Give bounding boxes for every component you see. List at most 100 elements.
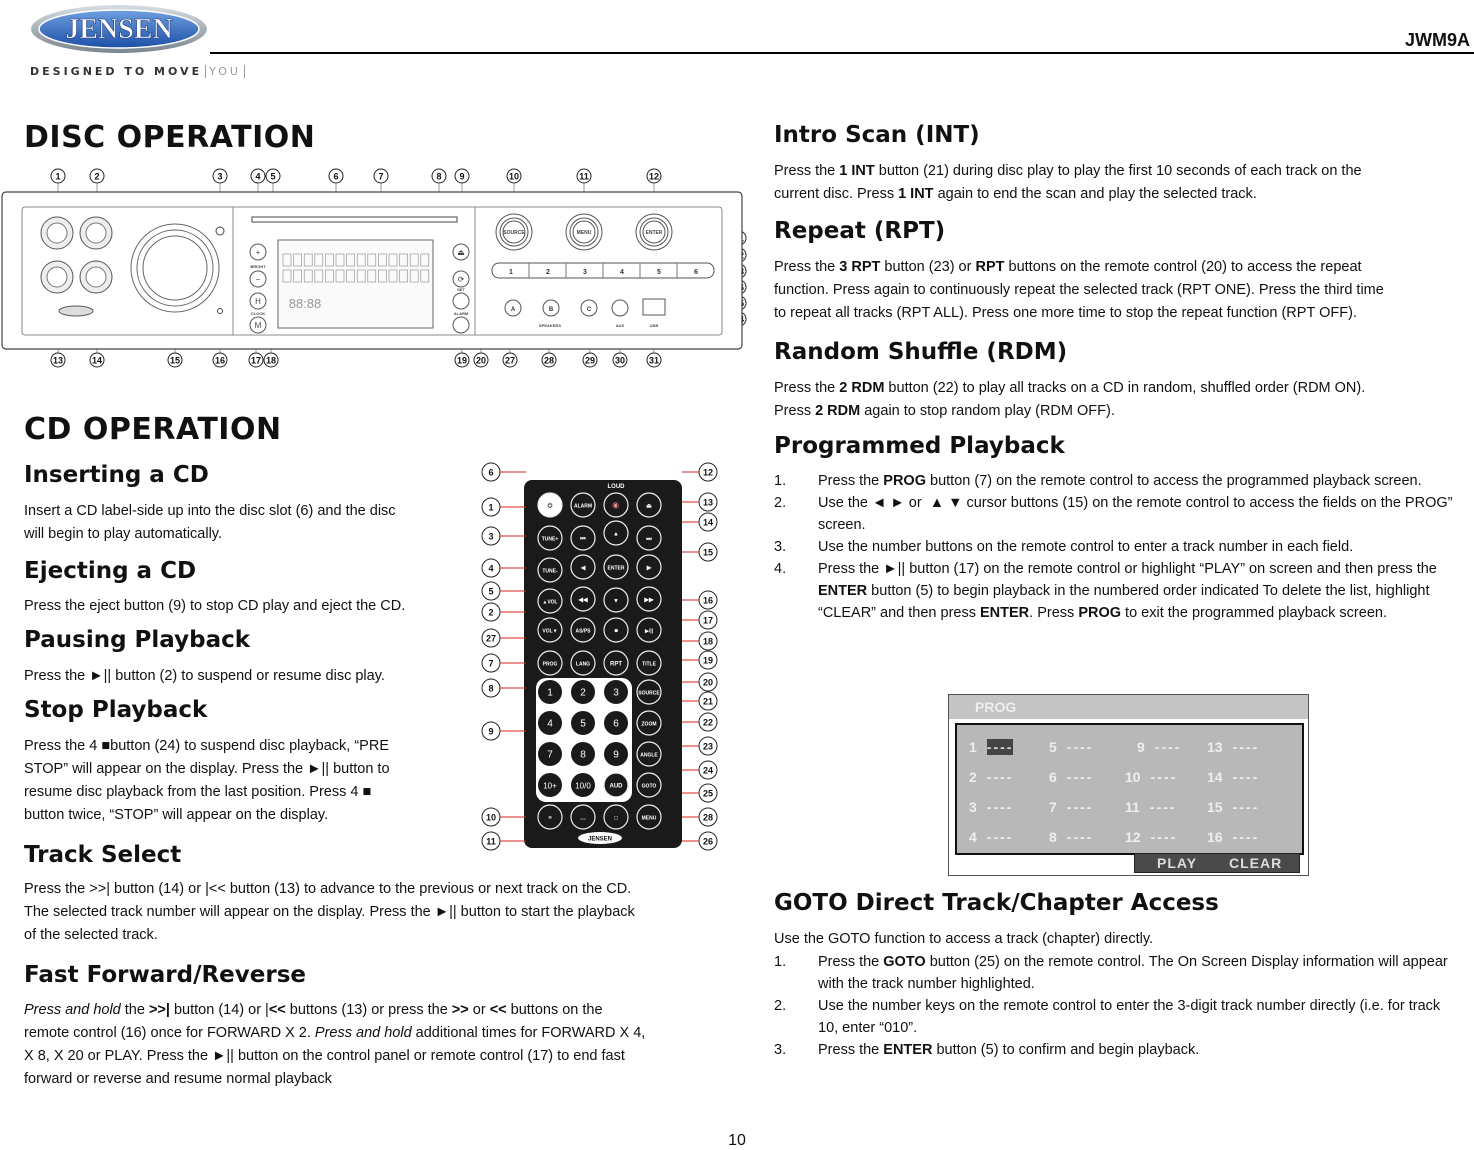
remote-control-diagram: LOUD ⏻ ALARM 🔇 ⏏ TUNE+ ⏮ ▲ ⏭ TUNE- ◀ ENTER ▶ ▲VOL ◀◀ ▼ ▶… xyxy=(476,460,731,852)
panel-button-inner xyxy=(46,222,68,244)
remote-button-label: MENU xyxy=(642,816,657,822)
section-title: Ejecting a CD xyxy=(24,558,197,584)
step-number: 2. xyxy=(774,495,787,511)
prog-screen-image: PROG 1 ---- 2 ---- 3 ---- 4 ---- 5 ---- 6 ---- 7 ----… xyxy=(948,694,1309,876)
step-text: Use the ◄ ► or ▲ ▼ cursor buttons (15) o… xyxy=(818,495,1453,533)
text-line: will begin to play automatically. xyxy=(24,526,222,542)
usb-port xyxy=(642,298,666,316)
callout-number: 1 xyxy=(488,503,493,513)
slot-number: 11 xyxy=(1125,799,1140,815)
panel-button-inner xyxy=(85,222,107,244)
remote-button-label: ▲VOL xyxy=(542,600,557,606)
prog-slot: 10 ---- xyxy=(1125,769,1177,785)
remote-button-label: AUD xyxy=(610,784,624,790)
set-label: SET xyxy=(457,287,465,292)
clock-label: CLOCK xyxy=(251,311,265,316)
remote-button-label: ▶▶ xyxy=(643,597,654,604)
slot-value: ---- xyxy=(986,799,1014,815)
text-line: Press the 3 RPT button (23) or RPT butto… xyxy=(774,259,1362,275)
panel-button-glyph: + xyxy=(256,248,261,257)
slot-value: ---- xyxy=(986,769,1014,785)
svg-text:JENSEN: JENSEN xyxy=(65,14,172,45)
callout-number: 28 xyxy=(544,356,554,366)
list-step: 1. Press the GOTO button (25) on the remo… xyxy=(774,951,1464,995)
list-step: 3. Use the number buttons on the remote c… xyxy=(774,536,1464,558)
preset-key: 6 xyxy=(694,269,698,276)
section-body: Press the ►|| button (2) to suspend or r… xyxy=(24,665,385,688)
goto-steps: 1. Press the GOTO button (25) on the remo… xyxy=(774,951,1464,1061)
panel-button-inner xyxy=(46,266,68,288)
number-key-label: 9 xyxy=(613,750,619,761)
cd-operation-heading: CD OPERATION xyxy=(24,412,282,447)
bright-label: BRIGHT xyxy=(250,264,266,269)
callout-number: 16 xyxy=(215,356,225,366)
text-line: The selected track number will appear on… xyxy=(24,904,635,920)
prog-slot: 16 ---- xyxy=(1207,829,1259,845)
panel-small-button xyxy=(452,316,470,334)
callout-number: 17 xyxy=(251,356,261,366)
text-line: remote control (16) once for FORWARD X 2… xyxy=(24,1025,646,1041)
list-step: 1. Press the PROG button (7) on the remot… xyxy=(774,470,1464,492)
remote-button-label: ◀ xyxy=(580,565,586,572)
slot-number: 16 xyxy=(1207,829,1223,845)
remote-button-label: AS/PS xyxy=(575,629,591,635)
slot-number: 2 xyxy=(969,769,977,785)
slot-number: 7 xyxy=(1049,799,1057,815)
callout-number: 20 xyxy=(476,356,486,366)
prog-slot: 11 ---- xyxy=(1125,799,1176,815)
callout-number: 10 xyxy=(509,172,519,182)
callout-number: 6 xyxy=(333,172,338,182)
step-text: Press the GOTO button (25) on the remote… xyxy=(818,954,1448,992)
callout-number: 1 xyxy=(55,172,60,182)
panel-knob-label: MENU xyxy=(577,230,592,236)
step-text: Press the ENTER button (5) to confirm an… xyxy=(818,1042,1200,1058)
slot-number: 4 xyxy=(969,829,977,845)
slot-value: ---- xyxy=(1066,739,1094,755)
callout-number: 23 xyxy=(703,742,713,752)
text-line: resume disc playback from the last posit… xyxy=(24,784,372,800)
speaker-label: C xyxy=(587,307,592,313)
slot-value: ---- xyxy=(1066,769,1094,785)
preset-key: 2 xyxy=(546,269,550,276)
slot-number: 15 xyxy=(1207,799,1223,815)
section-body: Press the 4 ■button (24) to suspend disc… xyxy=(24,735,390,827)
remote-button-label: ▼ xyxy=(613,599,619,605)
text-line: forward or reverse and resume normal pla… xyxy=(24,1071,332,1087)
disc-slot xyxy=(251,216,458,223)
callout-number: 27 xyxy=(505,356,515,366)
number-key-label: 10/0 xyxy=(575,782,591,791)
aux-jack xyxy=(611,299,629,317)
step-number: 4. xyxy=(774,561,787,577)
step-number: 1. xyxy=(774,473,787,489)
slot-number: 8 xyxy=(1049,829,1057,845)
slot-number: 3 xyxy=(969,799,977,815)
header-rule xyxy=(210,52,1474,54)
callout-number: 19 xyxy=(457,356,467,366)
callout-number: 30 xyxy=(615,356,625,366)
slot-value: ---- xyxy=(1232,799,1260,815)
callout-number: 19 xyxy=(703,656,713,666)
text-line: button twice, “STOP” will appear on the … xyxy=(24,807,329,823)
remote-button-label: 🔇 xyxy=(612,502,620,510)
remote-button-label: □ xyxy=(614,816,618,822)
step-number: 1. xyxy=(774,954,787,970)
text-line: to repeat all tracks (RPT ALL). Press on… xyxy=(774,305,1357,321)
remote-button-label: ◀◀ xyxy=(577,597,588,604)
section-body: Press the 1 INT button (21) during disc … xyxy=(774,160,1474,206)
speakers-label: SPEAKERS xyxy=(539,323,561,328)
remote-button-label: TITLE xyxy=(642,662,657,668)
page-number: 10 xyxy=(728,1132,746,1149)
slot-number: 9 xyxy=(1137,739,1145,755)
callout-number: 8 xyxy=(436,172,441,182)
remote-button-label: SOURCE xyxy=(638,691,660,697)
callout-number: 28 xyxy=(703,813,713,823)
prog-slot: 7 ---- xyxy=(1049,799,1093,815)
slot-value: ---- xyxy=(1066,829,1094,845)
callout-number: 7 xyxy=(378,172,383,182)
text-line: X 8, X 20 or PLAY. Press the ►|| button … xyxy=(24,1048,625,1064)
callout-number: 13 xyxy=(53,356,63,366)
remote-button-label: LANG xyxy=(576,662,590,668)
text-line: Press the 4 ■button (24) to suspend disc… xyxy=(24,738,389,754)
reset-hole xyxy=(215,226,225,236)
callout-number: 3 xyxy=(217,172,222,182)
